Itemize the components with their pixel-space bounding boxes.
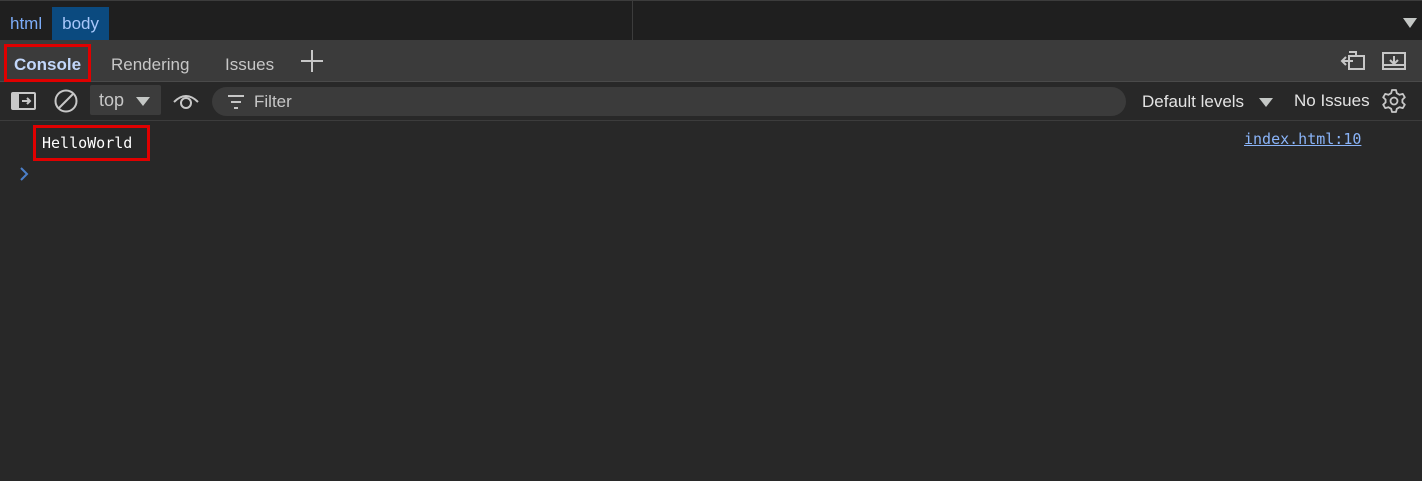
breadcrumb-bar: html body (0, 0, 1422, 41)
add-tab-icon[interactable] (301, 50, 323, 72)
tab-console[interactable]: Console (4, 40, 91, 82)
tab-rendering[interactable]: Rendering (111, 40, 189, 81)
settings-icon[interactable] (1381, 88, 1407, 114)
prompt-chevron-icon (20, 167, 29, 181)
context-selector-label: top (99, 90, 125, 110)
log-message: HelloWorld (33, 125, 150, 161)
filter-icon (228, 95, 244, 109)
source-link[interactable]: index.html:10 (1244, 130, 1361, 148)
caret-down-icon[interactable] (1259, 98, 1273, 107)
clear-icon[interactable] (53, 88, 79, 114)
dock-side-icon[interactable] (1340, 50, 1366, 72)
caret-down-icon[interactable] (1403, 18, 1417, 28)
drawer-tab-bar: Console Rendering Issues (0, 40, 1422, 82)
panel-divider[interactable] (632, 1, 633, 41)
console-toolbar: top Filter Default levels No Issues (0, 82, 1422, 121)
console-output: HelloWorld index.html:10 (0, 121, 1422, 481)
filter-placeholder: Filter (254, 92, 292, 111)
issues-counter[interactable]: No Issues (1294, 82, 1370, 119)
sidebar-toggle-icon[interactable] (11, 91, 37, 111)
log-levels-dropdown[interactable]: Default levels (1142, 82, 1244, 121)
breadcrumb-html[interactable]: html (0, 7, 52, 40)
log-levels-label: Default levels (1142, 92, 1245, 111)
filter-input[interactable]: Filter (212, 87, 1126, 116)
context-selector[interactable]: top (90, 85, 161, 115)
breadcrumb: html body (0, 7, 109, 40)
breadcrumb-body[interactable]: body (52, 7, 109, 40)
eye-icon[interactable] (172, 90, 200, 112)
undock-icon[interactable] (1381, 50, 1407, 72)
highlight-box (4, 44, 91, 82)
log-message-text: HelloWorld (42, 134, 133, 152)
tab-issues[interactable]: Issues (225, 40, 274, 81)
caret-down-icon (136, 97, 150, 106)
